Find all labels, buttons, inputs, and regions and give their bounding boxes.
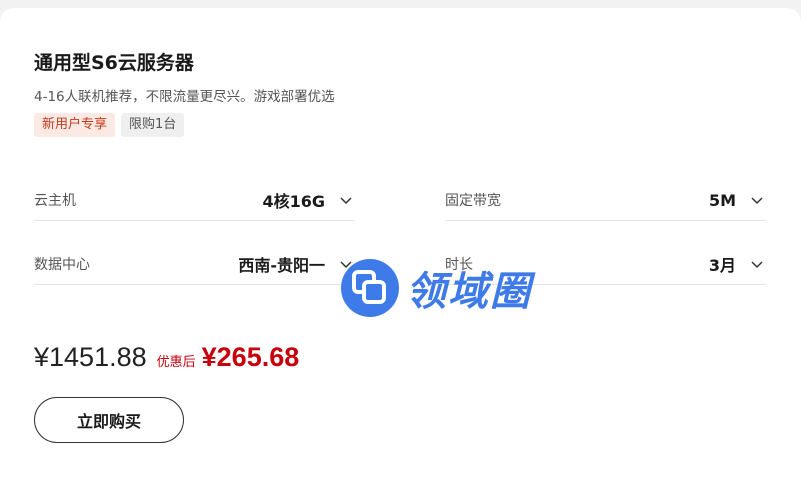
- watermark-logo-icon: [341, 259, 399, 317]
- datacenter-value: 西南-贵阳一: [238, 256, 325, 275]
- duration-value: 3月: [708, 256, 736, 275]
- bandwidth-select[interactable]: 固定带宽 5M: [445, 180, 766, 221]
- chevron-down-icon: [340, 197, 352, 205]
- original-price: ¥1451.88: [34, 342, 147, 372]
- product-title: 通用型S6云服务器: [34, 52, 194, 74]
- watermark: 领域圈: [340, 258, 532, 318]
- watermark-text: 领域圈: [406, 269, 532, 315]
- bandwidth-label: 固定带宽: [445, 193, 501, 209]
- price-row: ¥1451.88 优惠后 ¥265.68: [34, 342, 299, 373]
- sale-price: ¥265.68: [201, 342, 300, 372]
- badge-group: 新用户专享 限购1台: [34, 113, 185, 137]
- host-spec-value: 4核16G: [262, 192, 325, 211]
- bandwidth-value: 5M: [708, 190, 736, 210]
- after-discount-label: 优惠后: [156, 355, 196, 370]
- datacenter-select[interactable]: 数据中心 西南-贵阳一: [34, 244, 355, 285]
- host-spec-select[interactable]: 云主机 4核16G: [34, 180, 355, 221]
- chevron-down-icon: [751, 197, 763, 205]
- host-spec-label: 云主机: [34, 193, 76, 209]
- buy-now-button[interactable]: 立即购买: [34, 397, 184, 443]
- datacenter-label: 数据中心: [34, 257, 90, 273]
- product-subtitle: 4-16人联机推荐，不限流量更尽兴。游戏部署优选: [34, 89, 335, 105]
- purchase-limit-badge: 限购1台: [121, 113, 185, 137]
- new-user-badge: 新用户专享: [34, 113, 116, 137]
- chevron-down-icon: [751, 261, 763, 269]
